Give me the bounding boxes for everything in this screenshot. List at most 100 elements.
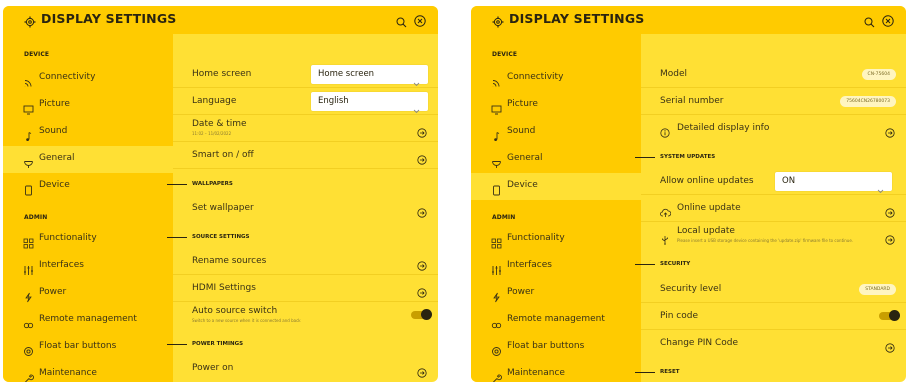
wrench-icon (23, 369, 34, 382)
date-time-value: 11:02 – 11/02/2022 (192, 131, 232, 136)
settings-icon (491, 342, 502, 356)
home-screen-value: Home screen (318, 69, 375, 79)
allow-online-updates-dropdown[interactable]: ON (775, 172, 892, 194)
sidebar-item-connectivity[interactable]: Connectivity (471, 65, 641, 92)
section-header-source-settings: SOURCE SETTINGS (167, 227, 438, 247)
local-update-row[interactable]: Local update Please insert a USB storage… (641, 222, 906, 249)
bolt-icon (23, 288, 34, 303)
sidebar-item-label: Interfaces (39, 260, 84, 270)
rename-sources-row[interactable]: Rename sources (173, 248, 438, 275)
sidebar-item-device[interactable]: Device (3, 173, 173, 200)
sidebar-item-maintenance[interactable]: Maintenance (471, 361, 641, 382)
close-icon[interactable] (414, 12, 426, 31)
sidebar-item-sound[interactable]: Sound (3, 119, 173, 146)
sidebar-item-label: Picture (507, 99, 538, 109)
allow-online-updates-value: ON (782, 176, 796, 186)
antenna-icon (491, 154, 502, 168)
change-pin-code-label: Change PIN Code (660, 338, 739, 348)
sidebar-item-functionality[interactable]: Functionality (471, 226, 641, 253)
sidebar-item-remote-management[interactable]: Remote management (471, 307, 641, 334)
set-wallpaper-row[interactable]: Set wallpaper (173, 195, 438, 222)
sidebar-item-interfaces[interactable]: Interfaces (3, 253, 173, 280)
serial-number-label: Serial number (660, 96, 724, 106)
sidebar-item-power[interactable]: Power (471, 280, 641, 307)
sidebar-item-label: Sound (39, 126, 68, 136)
arrow-right-circle-icon (885, 123, 895, 142)
sidebar-item-label: Interfaces (507, 260, 552, 270)
sidebar-item-label: Functionality (39, 233, 97, 243)
auto-source-switch-description: Switch to a new source when it is connec… (192, 318, 301, 323)
auto-source-switch-toggle[interactable] (411, 309, 432, 320)
online-update-row[interactable]: Online update (641, 195, 906, 222)
sidebar-item-device[interactable]: Device (471, 173, 641, 200)
wifi-icon (491, 73, 502, 87)
language-value: English (318, 96, 349, 106)
language-label: Language (192, 96, 237, 106)
link-icon (491, 315, 502, 329)
serial-number-value: 75604CN26780073 (840, 96, 896, 107)
antenna-icon (23, 154, 34, 168)
sidebar-item-general[interactable]: General (471, 146, 641, 173)
set-wallpaper-label: Set wallpaper (192, 203, 254, 213)
smart-onoff-row[interactable]: Smart on / off (173, 142, 438, 169)
sidebar-item-label: Power (39, 287, 67, 297)
model-label: Model (660, 69, 688, 79)
sidebar-item-float-bar-buttons[interactable]: Float bar buttons (3, 334, 173, 361)
auto-source-switch-label: Auto source switch (192, 306, 278, 316)
search-icon[interactable] (396, 13, 407, 32)
date-time-row[interactable]: Date & time 11:02 – 11/02/2022 (173, 115, 438, 142)
sidebar-item-label: Maintenance (39, 368, 97, 378)
arrow-right-circle-icon (885, 230, 895, 249)
hdmi-settings-row[interactable]: HDMI Settings (173, 275, 438, 302)
allow-online-updates-row: Allow online updates ON (641, 168, 906, 195)
language-row: Language English (173, 88, 438, 115)
sidebar-item-picture[interactable]: Picture (471, 92, 641, 119)
sidebar-item-label: Sound (507, 126, 536, 136)
allow-online-updates-label: Allow online updates (660, 176, 754, 186)
sidebar-item-label: General (39, 153, 75, 163)
close-icon[interactable] (882, 12, 894, 31)
sidebar-item-label: Power (507, 287, 535, 297)
pin-code-toggle[interactable] (879, 310, 900, 321)
detailed-display-info-row[interactable]: Detailed display info (641, 115, 906, 142)
sidebar-item-sound[interactable]: Sound (471, 119, 641, 146)
detailed-display-info-label: Detailed display info (677, 123, 770, 133)
title-bar: DISPLAY SETTINGS (471, 6, 906, 34)
local-update-label: Local update (677, 226, 735, 236)
bolt-icon (491, 288, 502, 303)
sidebar-item-picture[interactable]: Picture (3, 92, 173, 119)
change-pin-code-row[interactable]: Change PIN Code (641, 330, 906, 357)
section-header-admin: ADMIN (24, 214, 48, 221)
arrow-right-circle-icon (885, 338, 895, 357)
monitor-icon (23, 100, 34, 115)
section-header-device: DEVICE (492, 51, 518, 58)
sidebar-item-maintenance[interactable]: Maintenance (3, 361, 173, 382)
gear-icon (492, 13, 504, 32)
sidebar-item-label: Picture (39, 99, 70, 109)
power-on-row[interactable]: Power on (173, 355, 438, 382)
sidebar-item-functionality[interactable]: Functionality (3, 226, 173, 253)
title-bar: DISPLAY SETTINGS (3, 6, 438, 34)
section-header-reset: RESET (635, 362, 906, 382)
model-value: CN-75604 (861, 69, 896, 80)
sidebar-item-interfaces[interactable]: Interfaces (471, 253, 641, 280)
language-dropdown[interactable]: English (311, 92, 428, 114)
sidebar-item-remote-management[interactable]: Remote management (3, 307, 173, 334)
pin-code-row: Pin code (641, 303, 906, 330)
section-header-power-timings: POWER TIMINGS (167, 334, 438, 354)
power-on-label: Power on (192, 363, 234, 373)
link-icon (23, 315, 34, 329)
sidebar-item-general[interactable]: General (3, 146, 173, 173)
sidebar-item-power[interactable]: Power (3, 280, 173, 307)
grid-icon (491, 234, 502, 249)
wrench-icon (491, 369, 502, 382)
music-note-icon (23, 127, 34, 141)
wifi-icon (23, 73, 34, 87)
search-icon[interactable] (864, 13, 875, 32)
sidebar-item-label: General (507, 153, 543, 163)
sidebar-item-connectivity[interactable]: Connectivity (3, 65, 173, 92)
arrow-right-circle-icon (417, 203, 427, 222)
hdmi-settings-label: HDMI Settings (192, 283, 256, 293)
sidebar-item-float-bar-buttons[interactable]: Float bar buttons (471, 334, 641, 361)
home-screen-dropdown[interactable]: Home screen (311, 65, 428, 87)
